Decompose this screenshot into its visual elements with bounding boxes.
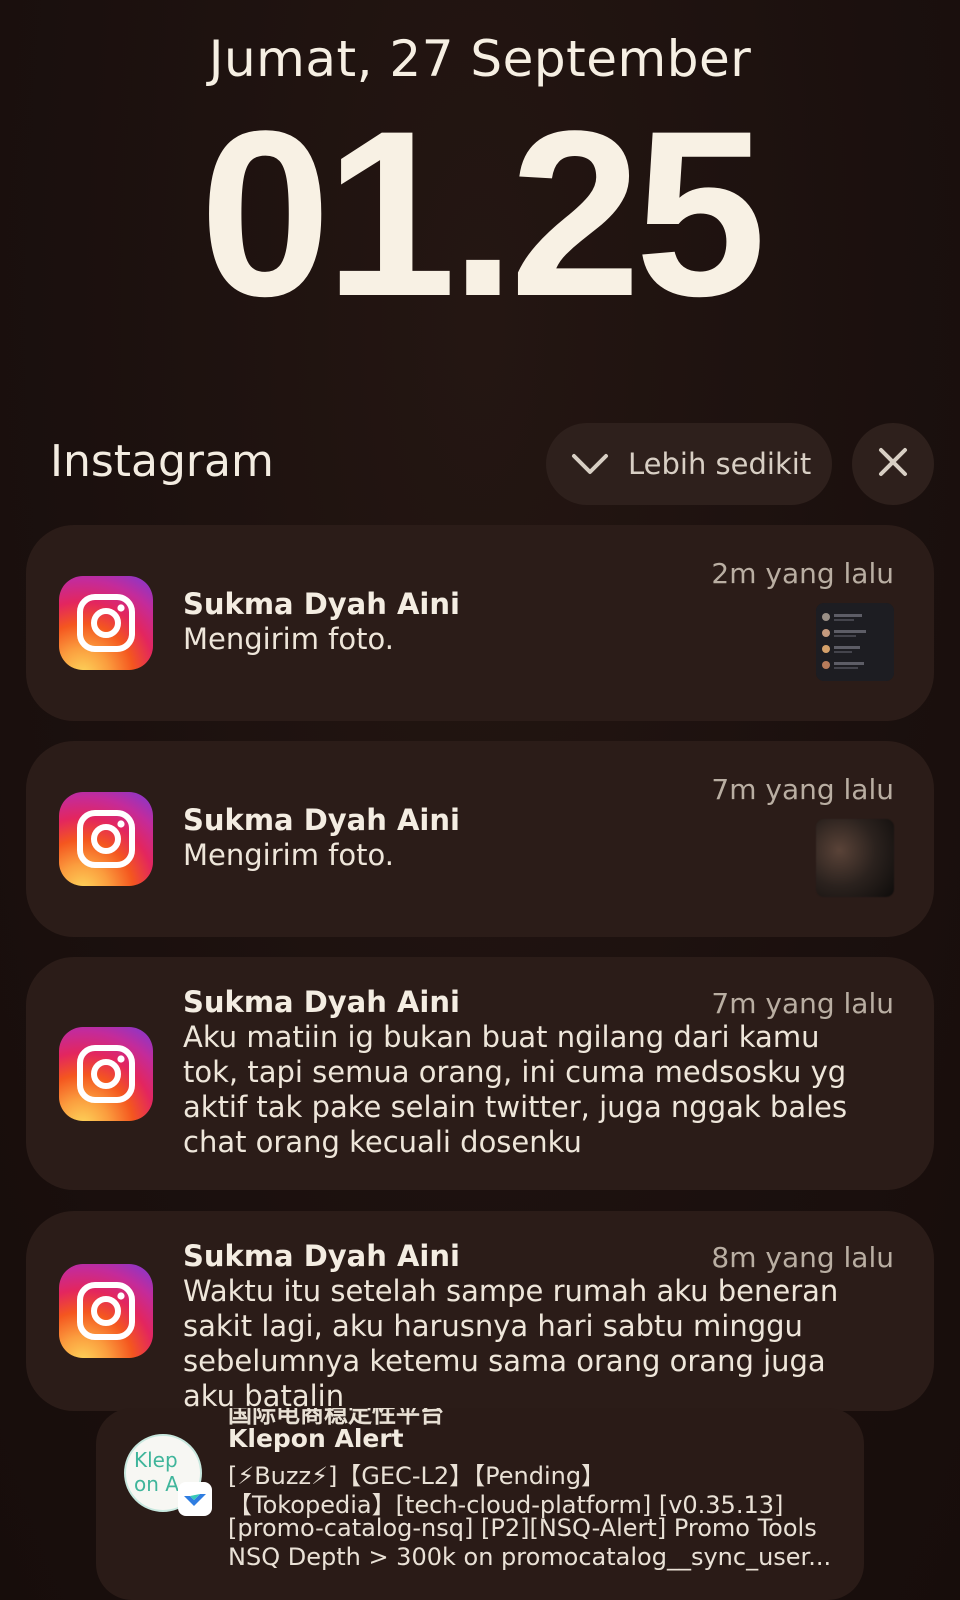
lark-badge-icon — [178, 1482, 212, 1516]
photo-thumbnail — [816, 819, 894, 897]
notification-time: 8m yang lalu — [711, 1241, 894, 1274]
notification-message: Aku matiin ig bukan buat ngilang dari ka… — [183, 1020, 848, 1159]
notification-time: 7m yang lalu — [711, 773, 894, 806]
avatar-text-line1: Klep — [134, 1448, 178, 1472]
chevron-down-icon — [570, 444, 610, 484]
dismiss-group-button[interactable] — [852, 423, 934, 505]
notification-card[interactable]: Sukma Dyah Aini Aku matiin ig bukan buat… — [26, 957, 934, 1190]
instagram-icon — [59, 792, 153, 886]
klepon-title: Klepon Alert — [228, 1424, 404, 1453]
notification-time: 7m yang lalu — [711, 987, 894, 1020]
instagram-icon — [59, 1027, 153, 1121]
notification-message: Mengirim foto. — [183, 838, 394, 872]
notification-card[interactable]: Sukma Dyah Aini Waktu itu setelah sampe … — [26, 1211, 934, 1413]
klepon-alert-notification[interactable]: 国际电商稳定性平台 Klep on A Klepon Alert [⚡Buzz⚡… — [96, 1408, 864, 1600]
show-less-label: Lebih sedikit — [628, 447, 812, 481]
notification-sender: Sukma Dyah Aini — [183, 803, 460, 837]
notification-sender: Sukma Dyah Aini — [183, 587, 460, 621]
instagram-icon — [59, 576, 153, 670]
notification-sender: Sukma Dyah Aini — [183, 1239, 460, 1273]
close-icon — [877, 446, 909, 482]
klepon-message-line: [promo-catalog-nsq] [P2][NSQ-Alert] Prom… — [228, 1514, 817, 1542]
notification-message: Waktu itu setelah sampe rumah aku benera… — [183, 1274, 839, 1413]
show-less-button[interactable]: Lebih sedikit — [546, 423, 832, 505]
lockscreen-date: Jumat, 27 September — [208, 30, 752, 88]
lockscreen-clock: 01.25 — [199, 82, 767, 346]
instagram-icon — [59, 1264, 153, 1358]
photo-thumbnail — [816, 603, 894, 681]
notification-sender: Sukma Dyah Aini — [183, 985, 460, 1019]
notification-message: Mengirim foto. — [183, 622, 394, 656]
klepon-message-line: NSQ Depth > 300k on promocatalog__sync_u… — [228, 1543, 832, 1571]
notification-time: 2m yang lalu — [711, 557, 894, 590]
notification-group-title: Instagram — [50, 436, 274, 487]
notification-card[interactable]: Sukma Dyah Aini Mengirim foto. 7m yang l… — [26, 741, 934, 937]
notification-card[interactable]: Sukma Dyah Aini Mengirim foto. 2m yang l… — [26, 525, 934, 721]
